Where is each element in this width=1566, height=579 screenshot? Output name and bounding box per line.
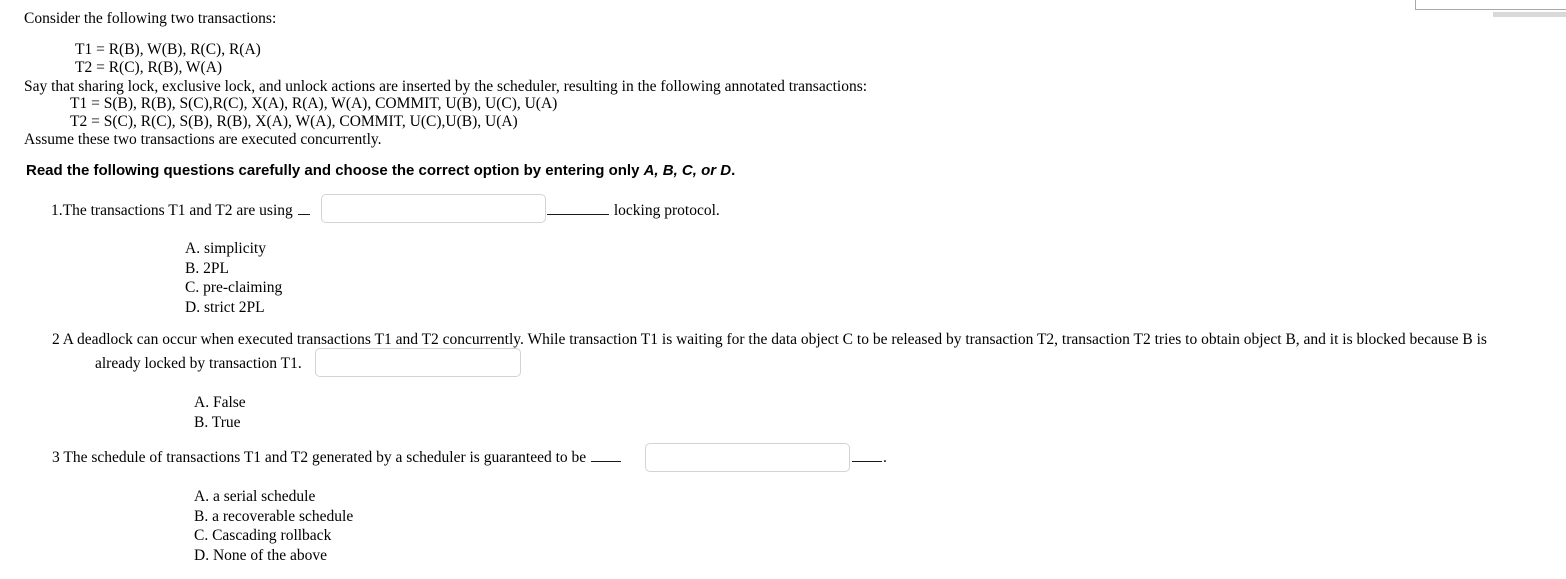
top-right-panel-divider: [1415, 9, 1566, 10]
transaction-t1-annotated: T1 = S(B), R(B), S(C),R(C), X(A), R(A), …: [70, 95, 558, 112]
question-3-number: 3: [52, 449, 60, 466]
top-right-scroll-bar[interactable]: [1493, 12, 1566, 17]
question-3-answer-input[interactable]: [645, 443, 850, 472]
scheduler-note-text: Say that sharing lock, exclusive lock, a…: [24, 78, 868, 95]
question-1-text: 1.The transactions T1 and T2 are using: [51, 200, 311, 221]
question-2-answer-input[interactable]: [315, 348, 521, 377]
question-1-blank-left: [297, 203, 310, 215]
question-3-blank-right: [852, 450, 882, 462]
question-2-number: 2: [52, 331, 60, 348]
option-item[interactable]: B. a recoverable schedule: [194, 507, 353, 527]
option-item[interactable]: A. False: [194, 393, 246, 413]
question-3-text: 3 The schedule of transactions T1 and T2…: [52, 447, 622, 468]
question-1-number: 1.: [51, 202, 63, 219]
question-1-blank-right: [547, 203, 609, 215]
instruction-choices: A, B, C, or D: [643, 162, 732, 179]
option-item[interactable]: A. simplicity: [185, 239, 282, 259]
transaction-t1-plain: T1 = R(B), W(B), R(C), R(A): [75, 41, 261, 58]
instruction-suffix: .: [731, 162, 736, 179]
question-2-options: A. False B. True: [194, 393, 246, 432]
option-item[interactable]: C. Cascading rollback: [194, 526, 353, 546]
option-item[interactable]: B. True: [194, 413, 246, 433]
transaction-t2-plain: T2 = R(C), R(B), W(A): [75, 59, 223, 76]
option-item[interactable]: B. 2PL: [185, 259, 282, 279]
instruction-line: Read the following questions carefully a…: [26, 162, 735, 180]
intro-text: Consider the following two transactions:: [24, 10, 277, 27]
question-2-text-line-2: already locked by transaction T1.: [95, 353, 302, 374]
option-item[interactable]: A. a serial schedule: [194, 487, 353, 507]
question-3-prompt-after: .: [883, 449, 887, 466]
question-1-options: A. simplicity B. 2PL C. pre-claiming D. …: [185, 239, 282, 317]
instruction-prefix: Read the following questions carefully a…: [26, 162, 644, 179]
assumption-text: Assume these two transactions are execut…: [24, 131, 382, 148]
question-2-prompt-line2: already locked by transaction T1.: [95, 355, 302, 372]
question-3-blank-left: [591, 450, 622, 462]
question-1-prompt-before: The transactions T1 and T2 are using: [62, 202, 297, 219]
question-3-prompt-before: The schedule of transactions T1 and T2 g…: [59, 449, 591, 466]
transaction-t2-annotated: T2 = S(C), R(C), S(B), R(B), X(A), W(A),…: [70, 113, 518, 130]
option-item[interactable]: C. pre-claiming: [185, 278, 282, 298]
question-1-text-tail: locking protocol.: [546, 200, 720, 221]
question-3-text-tail: .: [851, 447, 887, 468]
option-item[interactable]: D. strict 2PL: [185, 298, 282, 318]
question-1-answer-input[interactable]: [321, 194, 546, 223]
question-2-text-line-1: 2 A deadlock can occur when executed tra…: [52, 329, 1487, 350]
question-3-options: A. a serial schedule B. a recoverable sc…: [194, 487, 353, 565]
option-item[interactable]: D. None of the above: [194, 546, 353, 566]
question-1-prompt-after: locking protocol.: [610, 202, 720, 219]
question-2-prompt-line1: A deadlock can occur when executed trans…: [59, 331, 1487, 348]
